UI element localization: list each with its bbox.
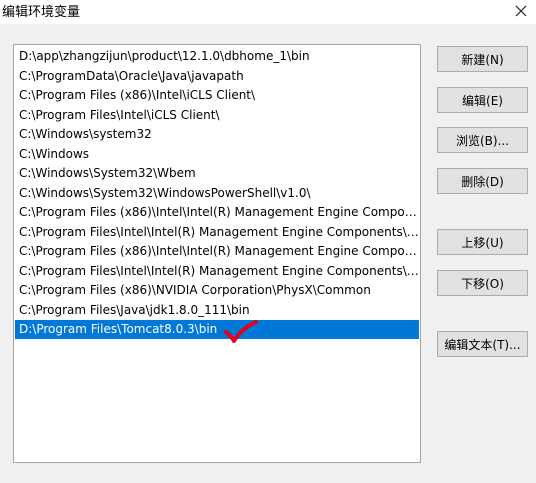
list-item[interactable]: D:\app\zhangzijun\product\12.1.0\dbhome_… [15,47,419,66]
list-item[interactable]: C:\Program Files\Intel\Intel(R) Manageme… [15,262,419,281]
move-up-button[interactable]: 上移(U) [437,229,528,255]
list-item[interactable]: C:\Windows\System32\Wbem [15,164,419,183]
close-button[interactable] [506,0,536,22]
close-icon [515,5,527,17]
edit-environment-variable-dialog: 编辑环境变量 D:\app\zhangzijun\product\12.1.0\… [0,0,536,483]
list-item[interactable]: C:\Program Files\Intel\iCLS Client\ [15,106,419,125]
list-item[interactable]: C:\Program Files (x86)\NVIDIA Corporatio… [15,281,419,300]
list-item[interactable]: C:\Windows\System32\WindowsPowerShell\v1… [15,184,419,203]
list-item[interactable]: C:\Program Files\Intel\Intel(R) Manageme… [15,223,419,242]
edit-button[interactable]: 编辑(E) [437,87,528,113]
move-down-button[interactable]: 下移(O) [437,270,528,296]
dialog-title: 编辑环境变量 [2,5,81,20]
list-item-selected[interactable]: D:\Program Files\Tomcat8.0.3\bin [15,320,419,339]
list-item[interactable]: C:\Program Files\Java\jdk1.8.0_111\bin [15,301,419,320]
list-item[interactable]: C:\Program Files (x86)\Intel\Intel(R) Ma… [15,242,419,261]
list-item[interactable]: C:\Windows [15,145,419,164]
delete-button[interactable]: 删除(D) [437,168,528,194]
edit-text-button[interactable]: 编辑文本(T)... [437,331,528,357]
new-button[interactable]: 新建(N) [437,46,528,72]
list-item[interactable]: C:\ProgramData\Oracle\Java\javapath [15,67,419,86]
browse-button[interactable]: 浏览(B)... [437,127,528,153]
list-item[interactable]: C:\Windows\system32 [15,125,419,144]
list-item[interactable]: C:\Program Files (x86)\Intel\iCLS Client… [15,86,419,105]
path-list[interactable]: D:\app\zhangzijun\product\12.1.0\dbhome_… [13,44,421,463]
list-item[interactable]: C:\Program Files (x86)\Intel\Intel(R) Ma… [15,203,419,222]
red-checkmark-icon [224,320,258,343]
title-bar: 编辑环境变量 [0,0,536,24]
